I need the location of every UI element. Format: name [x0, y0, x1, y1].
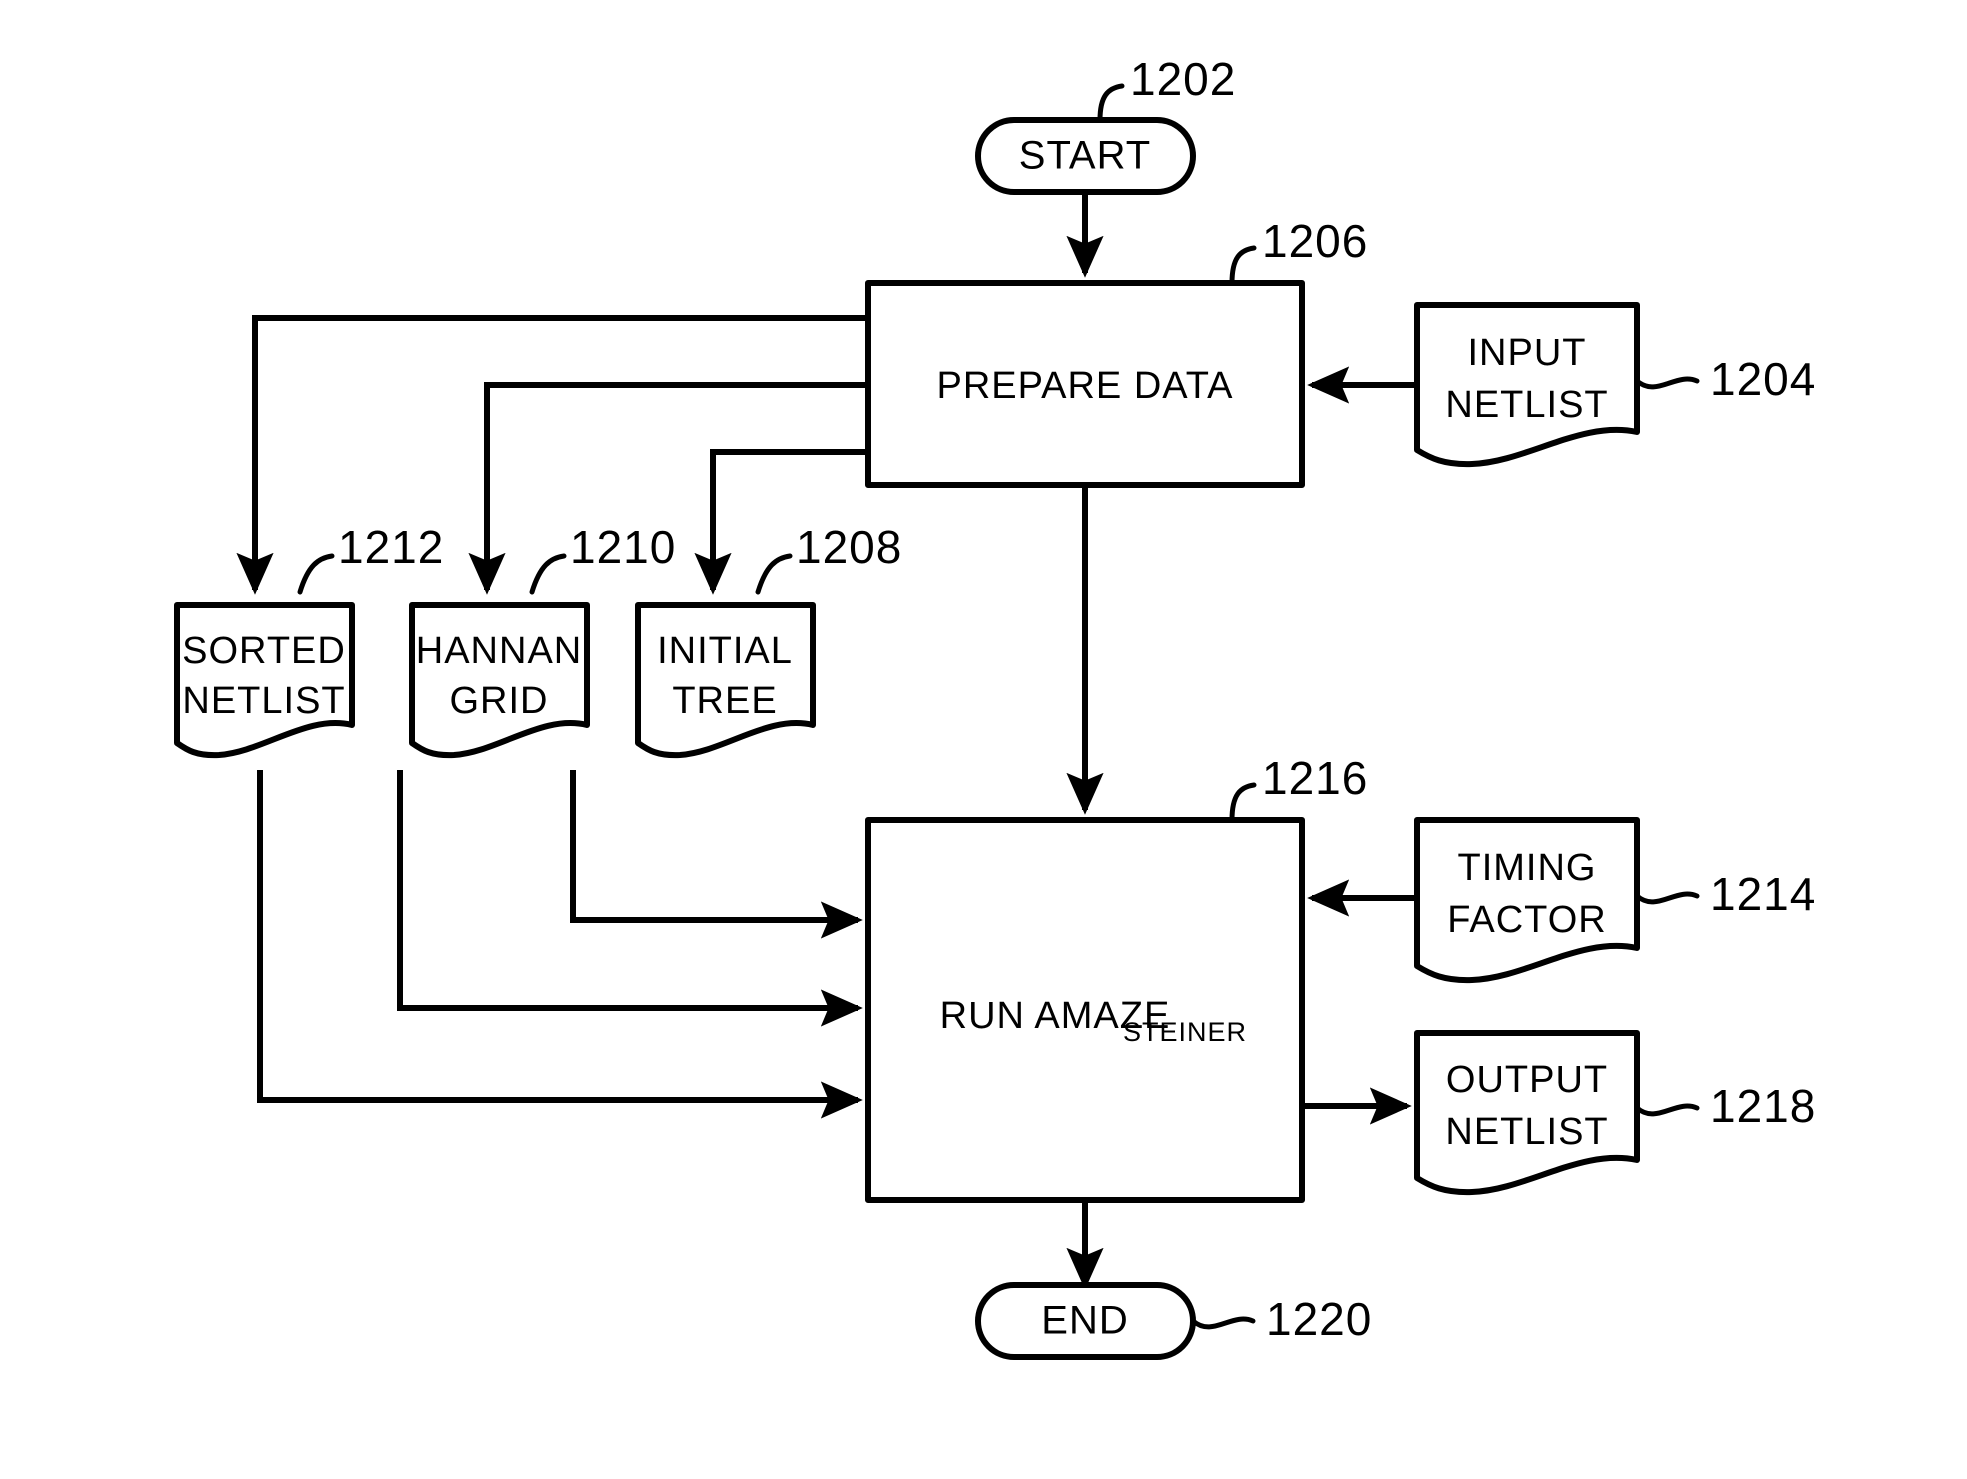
ref-number-1212: 1212 [338, 521, 444, 573]
node-sorted-netlist[interactable]: SORTED NETLIST [174, 602, 355, 759]
input-netlist-label-line1: INPUT [1468, 332, 1587, 374]
node-prepare-data[interactable]: PREPARE DATA [865, 280, 1305, 488]
node-hannan-grid[interactable]: HANNAN GRID [409, 602, 590, 759]
edge-sorted-netlist-to-run-amaze [257, 770, 863, 1119]
output-netlist-label-line1: OUTPUT [1446, 1059, 1608, 1101]
sorted-netlist-label-line1: SORTED [182, 630, 346, 672]
node-input-netlist[interactable]: INPUT NETLIST [1414, 302, 1640, 468]
ref-number-1204: 1204 [1710, 353, 1816, 405]
ref-number-1206: 1206 [1262, 215, 1368, 267]
leader-line-1202 [1097, 83, 1125, 123]
leader-line-1212 [297, 553, 335, 595]
output-netlist-label-line2: NETLIST [1445, 1111, 1608, 1153]
node-output-netlist[interactable]: OUTPUT NETLIST [1414, 1030, 1640, 1196]
leader-line-1214 [1634, 891, 1700, 905]
run-amaze-label-subscript: STEINER [1123, 1017, 1247, 1047]
ref-number-1202: 1202 [1130, 53, 1236, 105]
edge-hannan-grid-to-run-amaze [397, 770, 863, 1027]
leader-line-1206 [1229, 245, 1257, 286]
node-initial-tree[interactable]: INITIAL TREE [635, 602, 816, 759]
end-label: END [1041, 1299, 1128, 1343]
leader-line-1208 [755, 553, 793, 595]
leader-line-1204 [1634, 376, 1700, 390]
prepare-data-label: PREPARE DATA [936, 365, 1233, 407]
leader-line-1210 [529, 553, 567, 595]
patent-figure: START 1202 PREPARE DATA 1206 INPUT NETLI… [0, 0, 1967, 1479]
timing-factor-label-line1: TIMING [1458, 847, 1597, 889]
leader-line-1220 [1190, 1316, 1256, 1330]
node-timing-factor[interactable]: TIMING FACTOR [1414, 817, 1640, 984]
sorted-netlist-label-line2: NETLIST [182, 680, 345, 722]
start-label: START [1019, 134, 1151, 178]
edge-initial-tree-to-run-amaze [570, 770, 863, 939]
hannan-grid-label-line2: GRID [450, 680, 549, 722]
timing-factor-label-line2: FACTOR [1447, 899, 1606, 941]
node-end[interactable]: END [975, 1282, 1196, 1360]
node-run-amaze[interactable]: RUN AMAZE STEINER [865, 817, 1305, 1203]
leader-line-1216 [1229, 782, 1257, 823]
leader-line-1218 [1634, 1103, 1700, 1117]
ref-number-1210: 1210 [570, 521, 676, 573]
ref-number-1216: 1216 [1262, 752, 1368, 804]
ref-number-1218: 1218 [1710, 1080, 1816, 1132]
ref-number-1220: 1220 [1266, 1293, 1372, 1345]
node-start[interactable]: START [975, 117, 1196, 195]
initial-tree-label-line2: TREE [672, 680, 777, 722]
input-netlist-label-line2: NETLIST [1445, 384, 1608, 426]
initial-tree-label-line1: INITIAL [657, 630, 793, 672]
hannan-grid-label-line1: HANNAN [416, 630, 582, 672]
ref-number-1208: 1208 [796, 521, 902, 573]
ref-number-1214: 1214 [1710, 868, 1816, 920]
flowchart-canvas: START 1202 PREPARE DATA 1206 INPUT NETLI… [174, 53, 1816, 1360]
